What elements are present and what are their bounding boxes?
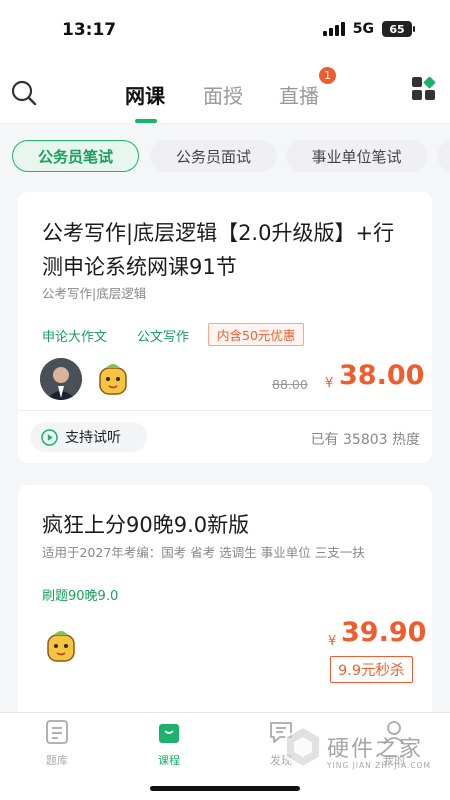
top-nav: 网课 面授 直播: [0, 60, 450, 124]
course-card[interactable]: 公考写作|底层逻辑【2.0升级版】+行测申论系统网课91节 公考写作|底层逻辑 …: [18, 192, 432, 463]
tab-online-course[interactable]: 网课: [125, 80, 165, 109]
battery-icon: 65: [382, 21, 415, 37]
home-indicator: [150, 786, 300, 791]
flash-sale-tag: 9.9元秒杀: [330, 656, 413, 683]
course-title: 公考写作|底层逻辑【2.0升级版】+行测申论系统网课91节: [42, 221, 395, 279]
tab-in-person[interactable]: 面授: [203, 80, 243, 109]
course-subtitle: 适用于2027年考编：国考 省考 选调生 事业单位 三支一扶: [42, 545, 365, 560]
chip-civil-written[interactable]: 公务员笔试: [12, 140, 139, 172]
watermark-pinyin: YING JIAN ZHI JIA.COM: [327, 761, 431, 770]
live-badge: 1: [319, 67, 336, 84]
bottom-nav-label: 课程: [158, 754, 180, 767]
status-indicators: 5G 65: [322, 21, 415, 37]
bottom-nav-course[interactable]: 课程: [139, 719, 199, 768]
watermark-brand: 硬件之家: [327, 737, 424, 762]
watermark-logo-icon: [285, 725, 321, 769]
play-icon: [41, 428, 58, 446]
price: 39.90: [341, 617, 427, 648]
course-subtitle: 公考写作|底层逻辑: [42, 286, 147, 301]
mascot-avatar: [92, 358, 134, 400]
course-tag: 申论大作文: [42, 330, 108, 345]
search-icon[interactable]: [11, 80, 37, 106]
course-title: 疯狂上分90晚9.0新版: [42, 513, 250, 537]
promo-tag: 内含50元优惠: [208, 323, 305, 346]
chip-civil-interview[interactable]: 公务员面试: [150, 140, 277, 172]
status-bar: 13:17 5G 65: [0, 0, 450, 60]
course-bag-icon: [159, 724, 179, 743]
currency-symbol: ¥: [328, 634, 337, 649]
popularity-count: 已有 35803 热度: [310, 432, 420, 448]
course-tag: 公文写作: [137, 330, 190, 345]
watermark: 硬件之家 YING JIAN ZHI JIA.COM: [283, 725, 443, 775]
original-price: 88.00: [272, 377, 308, 392]
bottom-nav-question-bank[interactable]: 题库: [27, 719, 87, 768]
course-tag: 刷题90晚9.0: [42, 589, 119, 604]
mascot-avatar: [40, 625, 82, 667]
active-tab-indicator: [135, 119, 157, 123]
price: 38.00: [339, 360, 425, 391]
currency-symbol: ¥: [325, 376, 334, 391]
chip-institution-written[interactable]: 事业单位笔试: [286, 140, 427, 172]
tab-live[interactable]: 直播: [279, 80, 319, 109]
course-card[interactable]: 疯狂上分90晚9.0新版 适用于2027年考编：国考 省考 选调生 事业单位 三…: [18, 485, 432, 725]
trial-label: 支持试听: [65, 430, 121, 446]
chip-more[interactable]: [438, 140, 450, 172]
network-type: 5G: [352, 21, 374, 37]
question-bank-icon: [46, 720, 68, 744]
status-time: 13:17: [62, 20, 117, 40]
apps-grid-icon[interactable]: [412, 77, 436, 101]
signal-icon: [322, 22, 345, 36]
trial-listen-button[interactable]: 支持试听: [30, 422, 147, 452]
category-chips: 公务员笔试 公务员面试 事业单位笔试: [0, 140, 450, 174]
teacher-avatar: [40, 358, 82, 400]
bottom-nav-label: 题库: [46, 754, 68, 767]
card-divider: [18, 410, 432, 411]
